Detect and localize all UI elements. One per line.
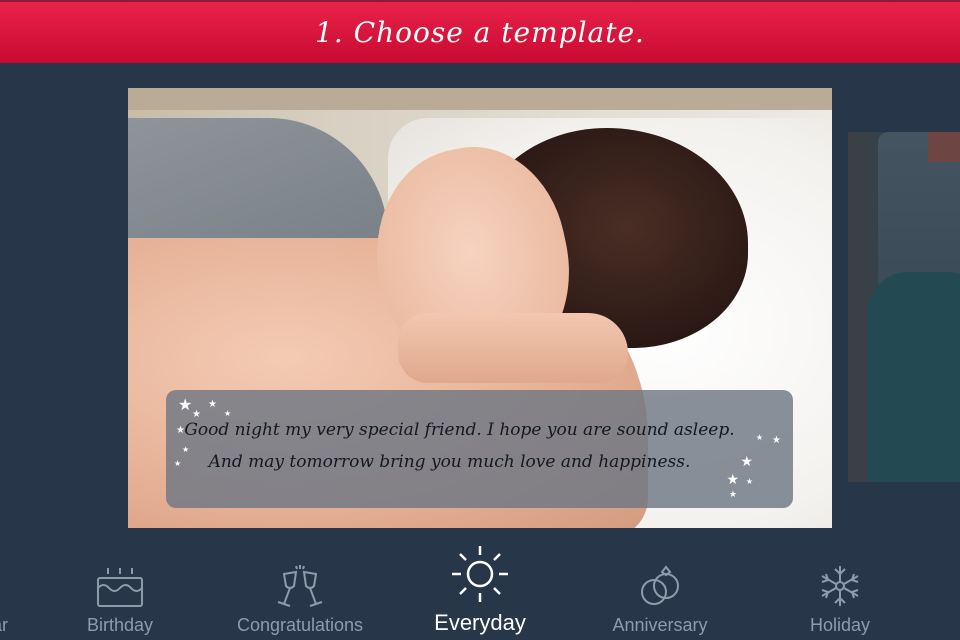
category-label: Congratulations [236, 615, 364, 635]
birthday-cake-icon [96, 564, 144, 608]
template-card-next[interactable] [848, 132, 960, 482]
message-line-2: And may tomorrow bring you much love and… [208, 452, 691, 472]
category-label: Holiday [809, 615, 871, 635]
champagne-glasses-icon [276, 564, 324, 608]
crescent-moon-icon [737, 452, 777, 496]
snowflake-icon [816, 564, 864, 608]
star-icon: ★ [178, 397, 193, 414]
star-icon: ★ [192, 409, 201, 420]
category-congratulations[interactable]: Congratulations [220, 540, 380, 640]
page-title: 1. Choose a template. [315, 16, 645, 49]
message-overlay: ★ ★ ★ ★ ★ ★ ★ Good night my very special… [166, 390, 793, 508]
category-bar: ar Birthday Congratulations [0, 540, 960, 640]
template-card-everyday[interactable]: ★ ★ ★ ★ ★ ★ ★ Good night my very special… [128, 88, 832, 528]
star-icon: ★ [772, 435, 781, 446]
sun-icon [450, 544, 510, 604]
inactive-card-shade [848, 132, 960, 482]
star-icon: ★ [208, 399, 217, 410]
category-label: Anniversary [612, 615, 708, 635]
message-line-1: Good night my very special friend. I hop… [184, 420, 735, 440]
header-bar: 1. Choose a template. [0, 0, 960, 63]
category-anniversary[interactable]: Anniversary [580, 540, 740, 640]
star-icon: ★ [755, 433, 763, 442]
category-label: Everyday [434, 610, 526, 635]
wedding-rings-icon [636, 564, 684, 608]
category-partial-label[interactable]: ar [0, 615, 8, 636]
category-label: Birthday [86, 615, 154, 635]
category-holiday[interactable]: Holiday [760, 540, 920, 640]
category-everyday[interactable]: Everyday [400, 540, 560, 640]
category-birthday[interactable]: Birthday [40, 540, 200, 640]
photo-hands [398, 313, 628, 383]
star-icon: ★ [224, 409, 232, 418]
